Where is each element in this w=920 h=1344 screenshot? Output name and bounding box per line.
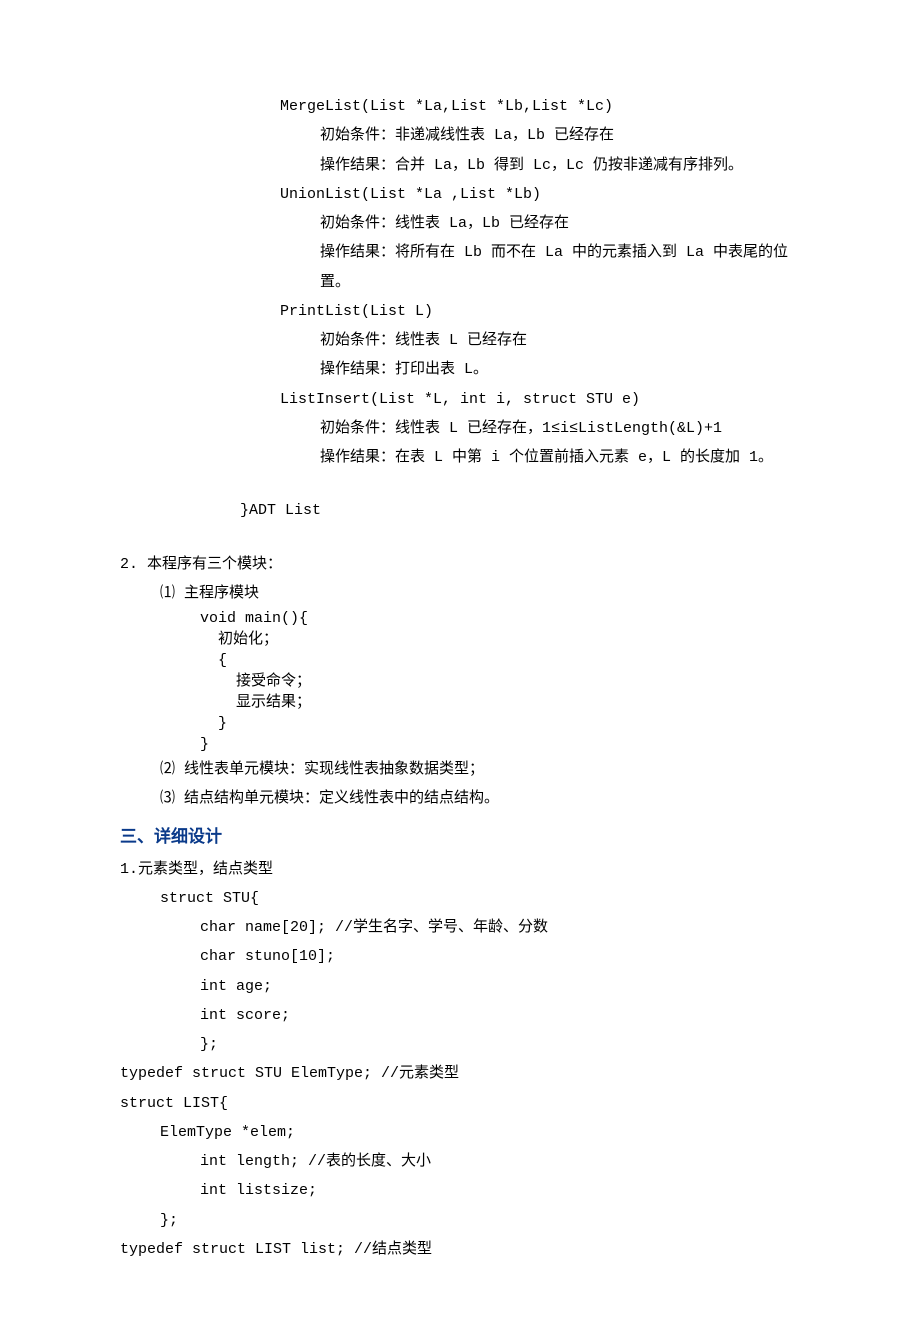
body-text: 2. 本程序有三个模块： [120, 550, 800, 579]
code-line: 操作结果：将所有在 Lb 而不在 La 中的元素插入到 La 中表尾的位置。 [120, 238, 800, 297]
code-line: struct STU{ [120, 884, 800, 913]
code-line: 初始条件：非递减线性表 La，Lb 已经存在 [120, 121, 800, 150]
code-line: struct LIST{ [120, 1089, 800, 1118]
code-line: char name[20]; //学生名字、学号、年龄、分数 [120, 913, 800, 942]
code-line: 操作结果：在表 L 中第 i 个位置前插入元素 e，L 的长度加 1。 [120, 443, 800, 472]
code-line: 操作结果：合并 La，Lb 得到 Lc，Lc 仍按非递减有序排列。 [120, 151, 800, 180]
code-line: 初始条件：线性表 La，Lb 已经存在 [120, 209, 800, 238]
code-line: MergeList(List *La,List *Lb,List *Lc) [120, 92, 800, 121]
code-line: }ADT List [120, 496, 800, 525]
code-line: int age; [120, 972, 800, 1001]
blank-line [120, 472, 800, 496]
code-line: ListInsert(List *L, int i, struct STU e) [120, 385, 800, 414]
code-line: char stuno[10]; [120, 942, 800, 971]
code-line: typedef struct STU ElemType; //元素类型 [120, 1059, 800, 1088]
document-page: MergeList(List *La,List *Lb,List *Lc) 初始… [0, 0, 920, 1344]
code-line: int length; //表的长度、大小 [120, 1147, 800, 1176]
blank-line [120, 526, 800, 550]
body-text: ⑶ 结点结构单元模块：定义线性表中的结点结构。 [120, 784, 800, 813]
body-text: 1.元素类型，结点类型 [120, 855, 800, 884]
code-line: 操作结果：打印出表 L。 [120, 355, 800, 384]
code-line: int listsize; [120, 1176, 800, 1205]
body-text: ⑵ 线性表单元模块：实现线性表抽象数据类型； [120, 755, 800, 784]
code-block: void main(){ 初始化； { 接受命令； 显示结果； } } [120, 608, 800, 755]
section-heading: 三、详细设计 [120, 820, 800, 853]
code-line: PrintList(List L) [120, 297, 800, 326]
code-line: 初始条件：线性表 L 已经存在，1≤i≤ListLength(&L)+1 [120, 414, 800, 443]
code-line: 初始条件：线性表 L 已经存在 [120, 326, 800, 355]
body-text: ⑴ 主程序模块 [120, 579, 800, 608]
code-line: }; [120, 1030, 800, 1059]
code-line: UnionList(List *La ,List *Lb) [120, 180, 800, 209]
code-line: typedef struct LIST list; //结点类型 [120, 1235, 800, 1264]
code-line: ElemType *elem; [120, 1118, 800, 1147]
code-line: }; [120, 1206, 800, 1235]
code-line: int score; [120, 1001, 800, 1030]
